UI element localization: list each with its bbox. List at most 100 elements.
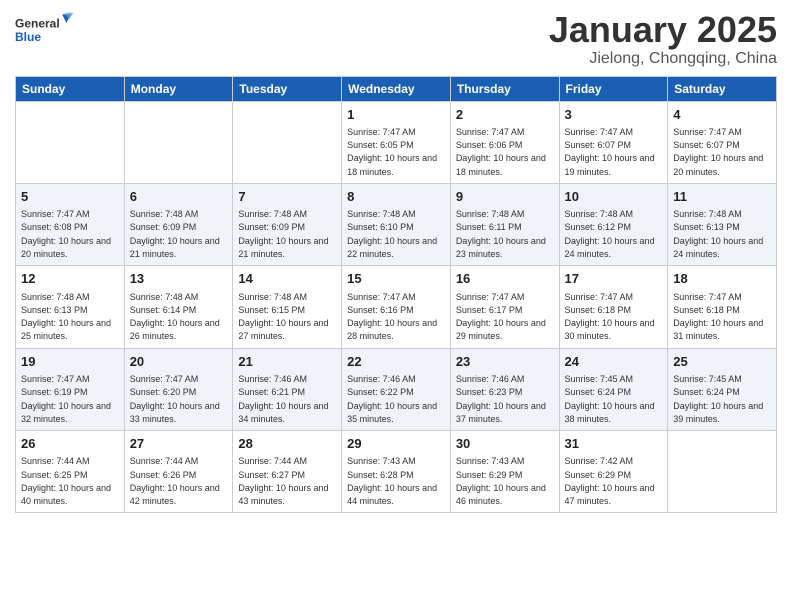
calendar-cell: 3 Sunrise: 7:47 AMSunset: 6:07 PMDayligh… xyxy=(559,101,668,183)
day-number: 24 xyxy=(565,353,663,371)
header-saturday: Saturday xyxy=(668,76,777,101)
svg-text:Blue: Blue xyxy=(15,30,41,44)
calendar-cell: 21 Sunrise: 7:46 AMSunset: 6:21 PMDaylig… xyxy=(233,348,342,430)
calendar-cell: 11 Sunrise: 7:48 AMSunset: 6:13 PMDaylig… xyxy=(668,183,777,265)
day-info: Sunrise: 7:48 AMSunset: 6:13 PMDaylight:… xyxy=(673,209,763,259)
day-info: Sunrise: 7:47 AMSunset: 6:16 PMDaylight:… xyxy=(347,292,437,342)
day-info: Sunrise: 7:45 AMSunset: 6:24 PMDaylight:… xyxy=(565,374,655,424)
day-info: Sunrise: 7:47 AMSunset: 6:17 PMDaylight:… xyxy=(456,292,546,342)
day-number: 15 xyxy=(347,270,445,288)
calendar-cell: 23 Sunrise: 7:46 AMSunset: 6:23 PMDaylig… xyxy=(450,348,559,430)
day-number: 14 xyxy=(238,270,336,288)
header-monday: Monday xyxy=(124,76,233,101)
calendar-cell: 12 Sunrise: 7:48 AMSunset: 6:13 PMDaylig… xyxy=(16,266,125,348)
calendar-cell xyxy=(668,431,777,513)
calendar-week-5: 26 Sunrise: 7:44 AMSunset: 6:25 PMDaylig… xyxy=(16,431,777,513)
day-number: 22 xyxy=(347,353,445,371)
calendar-week-1: 1 Sunrise: 7:47 AMSunset: 6:05 PMDayligh… xyxy=(16,101,777,183)
day-number: 4 xyxy=(673,106,771,124)
day-number: 25 xyxy=(673,353,771,371)
day-number: 13 xyxy=(130,270,228,288)
calendar-cell: 8 Sunrise: 7:48 AMSunset: 6:10 PMDayligh… xyxy=(342,183,451,265)
calendar-cell: 16 Sunrise: 7:47 AMSunset: 6:17 PMDaylig… xyxy=(450,266,559,348)
day-number: 7 xyxy=(238,188,336,206)
calendar-cell: 19 Sunrise: 7:47 AMSunset: 6:19 PMDaylig… xyxy=(16,348,125,430)
day-info: Sunrise: 7:47 AMSunset: 6:07 PMDaylight:… xyxy=(673,127,763,177)
day-number: 2 xyxy=(456,106,554,124)
calendar-cell: 29 Sunrise: 7:43 AMSunset: 6:28 PMDaylig… xyxy=(342,431,451,513)
day-number: 1 xyxy=(347,106,445,124)
calendar-cell: 4 Sunrise: 7:47 AMSunset: 6:07 PMDayligh… xyxy=(668,101,777,183)
day-number: 30 xyxy=(456,435,554,453)
day-info: Sunrise: 7:48 AMSunset: 6:09 PMDaylight:… xyxy=(238,209,328,259)
day-number: 16 xyxy=(456,270,554,288)
calendar-week-3: 12 Sunrise: 7:48 AMSunset: 6:13 PMDaylig… xyxy=(16,266,777,348)
calendar-table: Sunday Monday Tuesday Wednesday Thursday… xyxy=(15,76,777,514)
day-info: Sunrise: 7:47 AMSunset: 6:06 PMDaylight:… xyxy=(456,127,546,177)
calendar-cell: 24 Sunrise: 7:45 AMSunset: 6:24 PMDaylig… xyxy=(559,348,668,430)
logo: General Blue xyxy=(15,10,75,53)
calendar-cell: 22 Sunrise: 7:46 AMSunset: 6:22 PMDaylig… xyxy=(342,348,451,430)
calendar-page: General Blue January 2025 Jielong, Chong… xyxy=(0,0,792,612)
calendar-cell: 18 Sunrise: 7:47 AMSunset: 6:18 PMDaylig… xyxy=(668,266,777,348)
day-info: Sunrise: 7:44 AMSunset: 6:25 PMDaylight:… xyxy=(21,456,111,506)
day-info: Sunrise: 7:42 AMSunset: 6:29 PMDaylight:… xyxy=(565,456,655,506)
day-number: 20 xyxy=(130,353,228,371)
header-tuesday: Tuesday xyxy=(233,76,342,101)
calendar-cell: 28 Sunrise: 7:44 AMSunset: 6:27 PMDaylig… xyxy=(233,431,342,513)
day-info: Sunrise: 7:43 AMSunset: 6:29 PMDaylight:… xyxy=(456,456,546,506)
day-number: 8 xyxy=(347,188,445,206)
day-info: Sunrise: 7:46 AMSunset: 6:23 PMDaylight:… xyxy=(456,374,546,424)
day-info: Sunrise: 7:45 AMSunset: 6:24 PMDaylight:… xyxy=(673,374,763,424)
day-info: Sunrise: 7:48 AMSunset: 6:10 PMDaylight:… xyxy=(347,209,437,259)
calendar-cell: 5 Sunrise: 7:47 AMSunset: 6:08 PMDayligh… xyxy=(16,183,125,265)
day-number: 3 xyxy=(565,106,663,124)
day-number: 29 xyxy=(347,435,445,453)
day-info: Sunrise: 7:48 AMSunset: 6:12 PMDaylight:… xyxy=(565,209,655,259)
calendar-cell: 25 Sunrise: 7:45 AMSunset: 6:24 PMDaylig… xyxy=(668,348,777,430)
day-info: Sunrise: 7:48 AMSunset: 6:11 PMDaylight:… xyxy=(456,209,546,259)
svg-text:General: General xyxy=(15,16,60,30)
calendar-cell: 7 Sunrise: 7:48 AMSunset: 6:09 PMDayligh… xyxy=(233,183,342,265)
day-number: 11 xyxy=(673,188,771,206)
header: General Blue January 2025 Jielong, Chong… xyxy=(15,10,777,68)
day-number: 19 xyxy=(21,353,119,371)
calendar-cell: 27 Sunrise: 7:44 AMSunset: 6:26 PMDaylig… xyxy=(124,431,233,513)
day-number: 28 xyxy=(238,435,336,453)
calendar-cell: 10 Sunrise: 7:48 AMSunset: 6:12 PMDaylig… xyxy=(559,183,668,265)
calendar-cell: 30 Sunrise: 7:43 AMSunset: 6:29 PMDaylig… xyxy=(450,431,559,513)
calendar-week-4: 19 Sunrise: 7:47 AMSunset: 6:19 PMDaylig… xyxy=(16,348,777,430)
day-number: 27 xyxy=(130,435,228,453)
calendar-cell: 14 Sunrise: 7:48 AMSunset: 6:15 PMDaylig… xyxy=(233,266,342,348)
calendar-cell xyxy=(16,101,125,183)
calendar-cell: 6 Sunrise: 7:48 AMSunset: 6:09 PMDayligh… xyxy=(124,183,233,265)
calendar-cell: 2 Sunrise: 7:47 AMSunset: 6:06 PMDayligh… xyxy=(450,101,559,183)
calendar-cell: 17 Sunrise: 7:47 AMSunset: 6:18 PMDaylig… xyxy=(559,266,668,348)
day-number: 12 xyxy=(21,270,119,288)
day-info: Sunrise: 7:46 AMSunset: 6:21 PMDaylight:… xyxy=(238,374,328,424)
calendar-title: January 2025 xyxy=(549,10,777,50)
day-info: Sunrise: 7:48 AMSunset: 6:15 PMDaylight:… xyxy=(238,292,328,342)
day-number: 21 xyxy=(238,353,336,371)
day-info: Sunrise: 7:48 AMSunset: 6:14 PMDaylight:… xyxy=(130,292,220,342)
header-thursday: Thursday xyxy=(450,76,559,101)
calendar-cell: 13 Sunrise: 7:48 AMSunset: 6:14 PMDaylig… xyxy=(124,266,233,348)
day-info: Sunrise: 7:44 AMSunset: 6:27 PMDaylight:… xyxy=(238,456,328,506)
day-info: Sunrise: 7:47 AMSunset: 6:08 PMDaylight:… xyxy=(21,209,111,259)
calendar-header-row: Sunday Monday Tuesday Wednesday Thursday… xyxy=(16,76,777,101)
header-wednesday: Wednesday xyxy=(342,76,451,101)
day-info: Sunrise: 7:48 AMSunset: 6:13 PMDaylight:… xyxy=(21,292,111,342)
day-number: 26 xyxy=(21,435,119,453)
calendar-week-2: 5 Sunrise: 7:47 AMSunset: 6:08 PMDayligh… xyxy=(16,183,777,265)
calendar-cell: 20 Sunrise: 7:47 AMSunset: 6:20 PMDaylig… xyxy=(124,348,233,430)
day-info: Sunrise: 7:47 AMSunset: 6:05 PMDaylight:… xyxy=(347,127,437,177)
calendar-cell xyxy=(233,101,342,183)
day-info: Sunrise: 7:47 AMSunset: 6:20 PMDaylight:… xyxy=(130,374,220,424)
calendar-cell: 31 Sunrise: 7:42 AMSunset: 6:29 PMDaylig… xyxy=(559,431,668,513)
day-info: Sunrise: 7:48 AMSunset: 6:09 PMDaylight:… xyxy=(130,209,220,259)
calendar-cell: 1 Sunrise: 7:47 AMSunset: 6:05 PMDayligh… xyxy=(342,101,451,183)
calendar-subtitle: Jielong, Chongqing, China xyxy=(549,50,777,68)
title-block: January 2025 Jielong, Chongqing, China xyxy=(549,10,777,68)
day-number: 23 xyxy=(456,353,554,371)
day-number: 6 xyxy=(130,188,228,206)
